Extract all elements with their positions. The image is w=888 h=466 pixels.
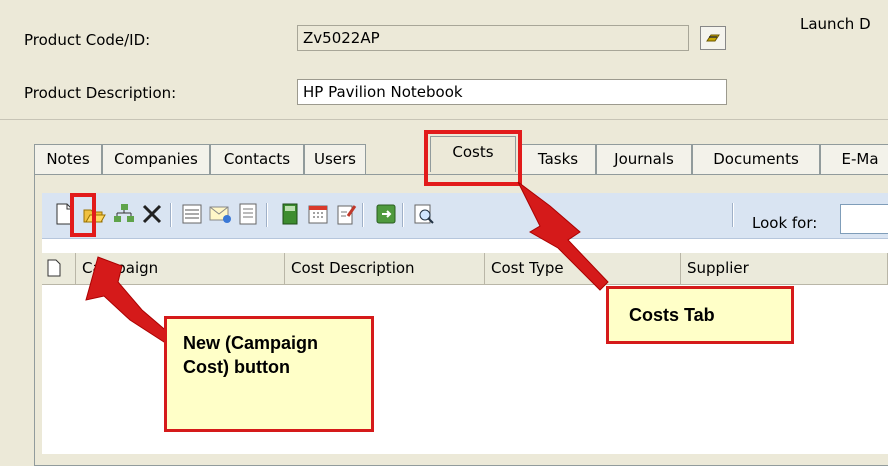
- arrow-to-costs-tab: [517, 181, 609, 291]
- new-button-callout: New (Campaign Cost) button: [164, 316, 374, 432]
- costs-tab-callout: Costs Tab: [606, 286, 794, 344]
- tab-costs[interactable]: Costs: [430, 136, 516, 172]
- annotation-arrows: [85, 181, 609, 343]
- arrow-to-new-button: [85, 256, 171, 343]
